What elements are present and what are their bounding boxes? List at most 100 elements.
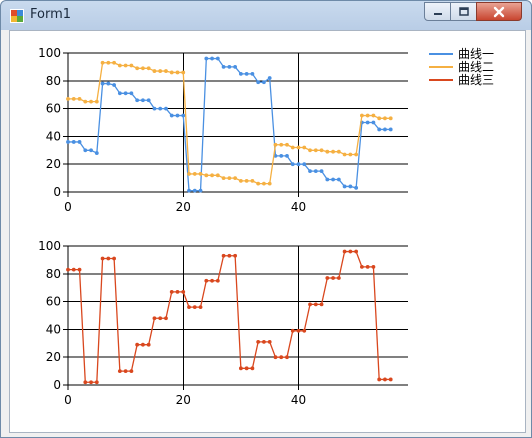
y-tick-label: 60 — [46, 102, 61, 116]
minimize-icon — [433, 12, 442, 15]
series-3-point — [181, 289, 186, 294]
series-3-point — [371, 264, 376, 269]
series-1-point — [192, 188, 197, 193]
series-2-point — [227, 176, 232, 181]
series-2-point — [66, 96, 70, 101]
series-1-point — [377, 127, 382, 132]
minimize-button[interactable] — [424, 2, 451, 21]
series-2-point — [279, 142, 284, 147]
series-2-point — [360, 113, 364, 118]
y-tick-label: 100 — [38, 239, 61, 253]
y-tick-label: 60 — [46, 295, 61, 309]
series-1-point — [325, 177, 330, 182]
series-3-point — [319, 302, 324, 307]
title-bar[interactable]: Form1 — [1, 1, 531, 30]
series-3-point — [279, 355, 284, 360]
y-tick-label: 20 — [46, 350, 61, 364]
series-3-point — [296, 328, 301, 333]
series-2-point — [342, 152, 347, 157]
series-2-point — [94, 99, 99, 104]
series-1-point — [354, 185, 359, 190]
chart-panel: 0 20 40 60 80 100 0 20 40 0 20 40 60 80 100 0 20 40 曲线一曲… — [9, 30, 526, 433]
series-3-point — [204, 278, 209, 283]
series-2-point — [112, 60, 116, 65]
series-3-point — [342, 249, 347, 254]
series-3-point — [135, 342, 140, 347]
series-2-point — [152, 69, 157, 73]
series-3-point — [152, 316, 157, 321]
series-2-point — [377, 116, 382, 121]
series-1-point — [348, 184, 353, 189]
series-1-point — [250, 71, 255, 76]
series-1-point — [285, 153, 289, 158]
series-2-point — [123, 63, 128, 68]
series-3-point — [187, 305, 191, 310]
series-2-point — [135, 66, 140, 71]
series-2-point — [175, 70, 180, 75]
x-tick-label: 40 — [291, 393, 306, 407]
series-1-point — [152, 106, 157, 111]
x-tick-label: 20 — [176, 200, 191, 214]
x-tick-label: 40 — [291, 200, 306, 214]
chart-area-top: 0 20 40 60 80 100 0 20 40 — [38, 46, 408, 214]
series-3-point — [192, 305, 197, 310]
series-2-point — [158, 69, 163, 73]
series-3-point — [66, 267, 70, 272]
series-2-point — [313, 148, 318, 153]
series-1-point — [296, 162, 301, 167]
series-1-point — [233, 65, 238, 69]
series-1-point — [319, 169, 324, 174]
series-2-point — [365, 113, 370, 118]
series-3-point — [285, 355, 289, 360]
window-title: Form1 — [30, 7, 72, 22]
series-2-point — [383, 116, 387, 121]
series-3-point — [210, 278, 214, 283]
series-3-point — [89, 380, 93, 385]
series-3-point — [146, 342, 151, 347]
y-tick-label: 100 — [38, 46, 61, 60]
series-1-point — [267, 76, 272, 80]
series-1-point — [388, 127, 393, 132]
series-2-point — [141, 66, 145, 71]
series-2-point — [146, 66, 151, 71]
series-2-point — [198, 172, 203, 176]
maximize-button[interactable] — [450, 2, 477, 21]
series-3-point — [83, 380, 88, 385]
series-1-point — [290, 162, 295, 167]
series-2-point — [296, 145, 301, 150]
series-1-point — [302, 162, 307, 167]
series-1-point — [117, 91, 122, 96]
series-3-point — [117, 369, 122, 373]
series-1-point — [141, 98, 145, 103]
series-1-point — [66, 140, 70, 144]
series-2-point — [71, 96, 76, 101]
close-button[interactable] — [476, 2, 522, 21]
series-2-point — [233, 176, 238, 181]
series-3-point — [360, 264, 364, 269]
series-3-point — [262, 340, 266, 344]
series-1-point — [383, 127, 387, 132]
series-2-point — [319, 148, 324, 153]
series-2-point — [348, 152, 353, 157]
series-3-point — [227, 253, 232, 258]
series-2-point — [204, 173, 209, 178]
series-1-point — [135, 98, 140, 103]
series-3-point — [112, 256, 116, 261]
series-2-point — [181, 70, 186, 75]
series-1-point — [244, 71, 249, 76]
x-tick-label: 0 — [64, 393, 72, 407]
series-1-point — [336, 177, 341, 182]
series-3-point — [348, 249, 353, 254]
y-tick-label: 80 — [46, 267, 61, 281]
series-2-point — [267, 181, 272, 186]
series-1-point — [123, 91, 128, 96]
series-2-point — [290, 145, 295, 150]
series-1-point — [256, 80, 261, 85]
series-2-point — [302, 145, 307, 150]
series-3-point — [215, 278, 220, 283]
series-3-line — [68, 250, 391, 383]
series-3-point — [331, 276, 335, 280]
series-3-point — [123, 369, 128, 373]
series-3-point — [141, 342, 145, 347]
series-1-point — [371, 120, 376, 125]
